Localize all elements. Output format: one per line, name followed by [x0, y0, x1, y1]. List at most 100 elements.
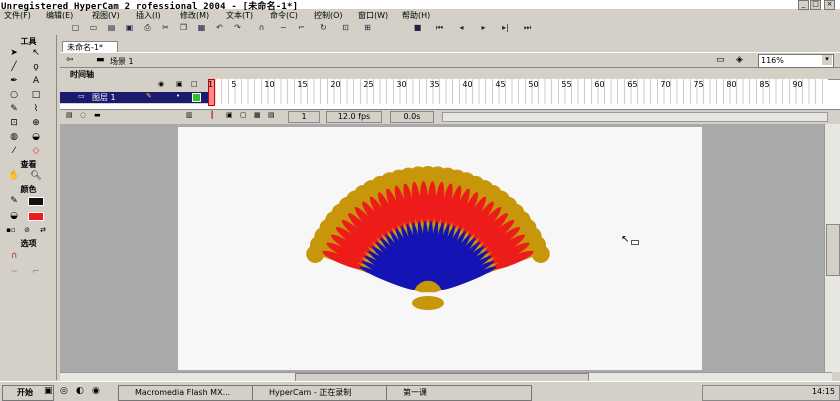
document-tab[interactable]: 未命名-1*: [62, 41, 118, 52]
menu-command[interactable]: 命令(C): [270, 10, 298, 21]
rect-tool-icon[interactable]: □: [28, 89, 44, 102]
free-transform-icon[interactable]: ⊡: [6, 117, 22, 130]
stroke-pencil-icon[interactable]: ✎: [6, 195, 22, 208]
straighten-icon[interactable]: ⌐: [296, 22, 307, 33]
lock-icon[interactable]: ▣: [176, 80, 183, 88]
redo-icon[interactable]: ↷: [232, 22, 243, 33]
menu-text[interactable]: 文本(T): [226, 10, 253, 21]
rotate-icon[interactable]: ↻: [318, 22, 329, 33]
smooth-icon[interactable]: ~: [278, 22, 289, 33]
paint-bucket-icon[interactable]: ◒: [28, 131, 44, 144]
menu-control[interactable]: 控制(O): [314, 10, 343, 21]
task-flash[interactable]: Macromedia Flash MX...: [118, 385, 264, 401]
vertical-scroll-thumb[interactable]: [826, 224, 840, 276]
scissors-icon[interactable]: ✂: [160, 22, 171, 33]
task-lesson[interactable]: 第一课: [386, 385, 532, 401]
zoom-select[interactable]: 116% ▾: [758, 54, 834, 68]
menu-file[interactable]: 文件(F): [4, 10, 31, 21]
task-hypercam[interactable]: HyperCam - 正在录制: [252, 385, 398, 401]
play-icon[interactable]: ▸: [478, 22, 489, 33]
smooth-option-icon[interactable]: ~: [6, 266, 22, 279]
edit-multiple-icon[interactable]: ▦: [254, 111, 261, 119]
onion-skin-icon[interactable]: ▣: [226, 111, 233, 119]
brush-tool-icon[interactable]: ⌇: [28, 103, 44, 116]
print-icon[interactable]: ⎙: [142, 22, 153, 33]
chevron-down-icon[interactable]: ▾: [822, 55, 832, 65]
oval-tool-icon[interactable]: ○: [6, 89, 22, 102]
explorer-icon[interactable]: ◐: [76, 386, 84, 396]
fan-drawing[interactable]: [178, 127, 702, 370]
default-colors-icon[interactable]: ▪▫: [3, 224, 19, 237]
media-icon[interactable]: ◉: [92, 386, 100, 396]
menu-window[interactable]: 窗口(W): [358, 10, 388, 21]
timeline-hscroll[interactable]: [442, 112, 828, 122]
align-icon[interactable]: ⊞: [362, 22, 373, 33]
text-tool-icon[interactable]: A: [28, 75, 44, 88]
menu-help[interactable]: 帮助(H): [402, 10, 430, 21]
ie-icon[interactable]: ◎: [60, 386, 68, 396]
layer-outline-icon[interactable]: [192, 93, 201, 102]
undo-icon[interactable]: ↶: [214, 22, 225, 33]
fill-transform-icon[interactable]: ⊕: [28, 117, 44, 130]
rewind-icon[interactable]: ⏮: [434, 22, 445, 33]
pen-tool-icon[interactable]: ✒: [6, 75, 22, 88]
eye-icon[interactable]: ◉: [158, 80, 164, 88]
line-tool-icon[interactable]: ╱: [6, 61, 22, 74]
straighten-option-icon[interactable]: ⌐: [28, 266, 44, 279]
lasso-tool-icon[interactable]: ϙ: [28, 61, 44, 74]
menu-modify[interactable]: 修改(M): [180, 10, 209, 21]
layer-row[interactable]: ▭ 图层 1 ✎ •: [60, 92, 208, 103]
pencil-tool-icon[interactable]: ✎: [6, 103, 22, 116]
eyedropper-icon[interactable]: ⁄: [6, 145, 22, 158]
menu-insert[interactable]: 插入(I): [136, 10, 161, 21]
back-arrow-icon[interactable]: ⇦: [66, 55, 74, 65]
ink-bottle-icon[interactable]: ◍: [6, 131, 22, 144]
stop-icon[interactable]: ■: [412, 22, 423, 33]
center-frame-icon[interactable]: ┃: [210, 111, 214, 119]
fast-forward-icon[interactable]: ⏭: [522, 22, 533, 33]
ruler-number: 20: [330, 80, 341, 89]
onion-markers-icon[interactable]: ▤: [268, 111, 275, 119]
edit-symbol-icon[interactable]: ◈: [736, 55, 743, 65]
snap-magnet-icon[interactable]: ∩: [6, 250, 22, 263]
add-guide-icon[interactable]: ◌: [80, 111, 86, 119]
onion-outline-icon[interactable]: ▢: [240, 111, 247, 119]
hand-tool-icon[interactable]: ✋: [6, 170, 22, 183]
horizontal-scrollbar[interactable]: [60, 372, 832, 382]
zoom-tool-icon[interactable]: 🔍︎: [28, 170, 44, 183]
new-file-icon[interactable]: ▢: [70, 22, 81, 33]
desktop-icon[interactable]: ▣: [44, 386, 53, 396]
swap-colors-icon[interactable]: ⇄: [35, 224, 51, 237]
eraser-icon[interactable]: ◇: [28, 145, 44, 158]
trash-icon[interactable]: ▥: [186, 111, 193, 119]
paste-icon[interactable]: ▦: [196, 22, 207, 33]
open-folder-icon[interactable]: ▭: [88, 22, 99, 33]
subselect-tool-icon[interactable]: ↖: [28, 47, 44, 60]
mouse-cursor-icon: ↖: [621, 234, 630, 245]
step-forward-icon[interactable]: ▸|: [500, 22, 511, 33]
fps-field[interactable]: 12.0 fps: [326, 111, 382, 123]
layer-lock-dot-icon[interactable]: •: [176, 92, 180, 100]
fill-bucket-icon[interactable]: ◒: [6, 210, 22, 223]
menu-view[interactable]: 视图(V): [92, 10, 120, 21]
menu-edit[interactable]: 编辑(E): [46, 10, 73, 21]
add-folder-icon[interactable]: ▬: [94, 111, 101, 119]
open-lib-icon[interactable]: ▤: [106, 22, 117, 33]
copy-icon[interactable]: ❐: [178, 22, 189, 33]
outline-icon[interactable]: □: [191, 80, 198, 88]
fill-color-swatch[interactable]: [28, 212, 44, 221]
scene-bar: ⇦ ▬ 场景 1 ▭ ◈ 116% ▾: [60, 52, 840, 68]
magnet-icon[interactable]: ∩: [256, 22, 267, 33]
system-tray: 14:15: [702, 385, 840, 401]
edit-scene-icon[interactable]: ▭: [716, 55, 725, 65]
scale-icon[interactable]: ⊡: [340, 22, 351, 33]
step-back-icon[interactable]: ◂: [456, 22, 467, 33]
stroke-color-swatch[interactable]: [28, 197, 44, 206]
no-color-icon[interactable]: ⊘: [19, 224, 35, 237]
vertical-scrollbar[interactable]: [824, 124, 840, 372]
ruler-number: 1: [208, 80, 214, 89]
stage[interactable]: [178, 127, 702, 370]
save-icon[interactable]: ▣: [124, 22, 135, 33]
add-layer-icon[interactable]: ▤: [66, 111, 73, 119]
arrow-tool-icon[interactable]: ➤: [6, 47, 22, 60]
